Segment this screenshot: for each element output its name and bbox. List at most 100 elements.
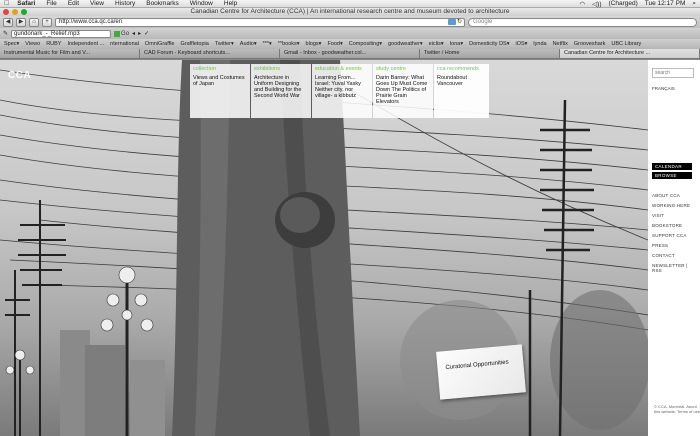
menu-heading: education & events <box>315 66 362 72</box>
extension-toolbar: ✎ gundonark_-_Relief.mp3 Go ◂ ▸ ✓ <box>0 28 700 39</box>
link-support[interactable]: SUPPORT CCA <box>652 233 696 238</box>
new-tab-button[interactable]: + <box>42 17 52 27</box>
menu-app[interactable]: Safari <box>17 0 35 7</box>
search-field[interactable]: Google <box>468 17 697 27</box>
menu-text: Views and Costumes of Japan <box>193 75 245 87</box>
menu-heading: cca recommends <box>437 66 479 72</box>
sidebar-links: ABOUT CCA WORKING HERE VISIT BOOKSTORE S… <box>652 193 696 273</box>
bookmark-item[interactable]: Netflix <box>553 41 568 47</box>
card-label: Curatorial Opportunities <box>445 359 509 372</box>
bookmark-item[interactable]: Graffletopia <box>180 41 208 47</box>
menu-exhibitions[interactable]: exhibitions Architecture in Uniform Desi… <box>251 64 311 118</box>
window-title: Canadian Centre for Architecture (CCA) |… <box>190 8 510 15</box>
bookmark-item[interactable]: ***▾ <box>263 41 272 47</box>
menubar-status: ◠ ◁)) (Charged) Tue 12:17 PM ⌕ <box>580 0 697 8</box>
menu-window[interactable]: Window <box>190 0 213 7</box>
browser-toolbar: ◀ ▶ ⌂ + http://www.cca.qc.ca/en ↻ Google <box>0 16 700 28</box>
zoom-window-button[interactable] <box>21 9 27 15</box>
reload-icon[interactable]: ↻ <box>457 19 462 26</box>
volume-icon[interactable]: ◁)) <box>592 0 601 8</box>
url-text: http://www.cca.qc.ca/en <box>59 18 123 25</box>
wifi-icon[interactable]: ◠ <box>580 0 586 8</box>
menu-history[interactable]: History <box>115 0 135 7</box>
menu-text: Darin Barney: What Goes Up Must Come Dow… <box>376 75 428 105</box>
bookmark-item[interactable]: Domesticity DS▾ <box>469 41 509 47</box>
bookmark-item[interactable]: Compositing▾ <box>349 41 382 47</box>
clock[interactable]: Tue 12:17 PM <box>645 0 686 7</box>
menu-text: Roundabout Vancouver <box>437 75 467 87</box>
site-search-input[interactable]: search <box>652 68 694 78</box>
bookmark-item[interactable]: goodweather▾ <box>388 41 423 47</box>
menu-bookmarks[interactable]: Bookmarks <box>146 0 179 7</box>
link-newsletter-rss[interactable]: NEWSLETTER | RSS <box>652 263 696 273</box>
bookmark-item[interactable]: Audio▾ <box>240 41 257 47</box>
curatorial-opportunities-card[interactable]: Curatorial Opportunities <box>436 344 526 400</box>
bookmark-item[interactable]: Iona▾ <box>450 41 463 47</box>
tab-bar: Instrumental Music for Film and V... CAD … <box>0 49 700 59</box>
browse-button[interactable]: BROWSE <box>652 172 692 179</box>
edit-icon[interactable]: ✎ <box>3 30 8 37</box>
go-button[interactable]: Go <box>114 30 130 37</box>
go-label: Go <box>121 30 130 37</box>
spotlight-icon[interactable]: ⌕ <box>692 0 696 8</box>
link-contact[interactable]: CONTACT <box>652 253 696 258</box>
language-link[interactable]: FRANÇAIS <box>652 86 696 91</box>
browser-tab[interactable]: Canadian Centre for Architecture ... <box>560 49 700 58</box>
link-visit[interactable]: VISIT <box>652 213 696 218</box>
link-bookstore[interactable]: BOOKSTORE <box>652 223 696 228</box>
go-icon <box>114 30 121 37</box>
calendar-button[interactable]: CALENDAR <box>652 163 692 170</box>
cca-logo[interactable]: CCA <box>8 70 31 81</box>
bookmark-item[interactable]: Viewo <box>25 41 40 47</box>
bookmark-item[interactable]: eiclis▾ <box>429 41 444 47</box>
bookmark-item[interactable]: nternational <box>110 41 139 47</box>
bookmark-item[interactable]: UBC Library <box>611 41 641 47</box>
prev-icon[interactable]: ◂ <box>132 30 135 37</box>
forward-button[interactable]: ▶ <box>16 17 26 27</box>
address-bar[interactable]: http://www.cca.qc.ca/en ↻ <box>55 17 465 27</box>
browser-tab[interactable]: Twitter / Home <box>420 49 560 58</box>
link-working-here[interactable]: WORKING HERE <box>652 203 696 208</box>
rss-icon[interactable] <box>447 19 456 25</box>
bookmark-item[interactable]: Twitter▾ <box>215 41 234 47</box>
menu-heading: study centre <box>376 66 406 72</box>
apple-icon[interactable]:  <box>4 0 9 7</box>
bookmark-icon[interactable]: ✓ <box>144 30 149 37</box>
bookmark-item[interactable]: Grooveshark <box>574 41 606 47</box>
browser-tab[interactable]: Instrumental Music for Film and V... <box>0 49 140 58</box>
menu-collection[interactable]: collection Views and Costumes of Japan <box>190 64 250 118</box>
bookmark-item[interactable]: RUBY <box>46 41 61 47</box>
media-search-input[interactable]: gundonark_-_Relief.mp3 <box>11 29 112 38</box>
battery-status[interactable]: (Charged) <box>609 0 638 7</box>
browser-tab[interactable]: CAD Forum - Keyboard shortcuts... <box>140 49 280 58</box>
site-sidebar: search FRANÇAIS CALENDAR BROWSE ABOUT CC… <box>648 60 700 436</box>
browser-tab[interactable]: Gmail - Inbox - goodweather.col... <box>280 49 420 58</box>
macos-menubar:  Safari File Edit View History Bookmark… <box>0 0 700 8</box>
window-titlebar: Canadian Centre for Architecture (CCA) |… <box>0 8 700 16</box>
bookmark-item[interactable]: blogs▾ <box>306 41 322 47</box>
bookmark-item[interactable]: Spec▾ <box>4 41 19 47</box>
bookmark-item[interactable]: lynda <box>533 41 546 47</box>
bookmarks-bar: Spec▾ Viewo RUBY Independent ... nternationa… <box>0 39 700 49</box>
back-button[interactable]: ◀ <box>3 17 13 27</box>
menu-edit[interactable]: Edit <box>68 0 79 7</box>
link-press[interactable]: PRESS <box>652 243 696 248</box>
menu-text: Learning From... Israel: Yuval Yasky Nei… <box>315 75 361 99</box>
menu-view[interactable]: View <box>90 0 104 7</box>
close-window-button[interactable] <box>3 9 9 15</box>
menu-cca-recommends[interactable]: cca recommends Roundabout Vancouver <box>434 64 489 118</box>
menu-study-centre[interactable]: study centre Darin Barney: What Goes Up … <box>373 64 433 118</box>
menu-education-events[interactable]: education & events Learning From... Isra… <box>312 64 372 118</box>
bookmark-item[interactable]: Independent ... <box>67 41 104 47</box>
bookmark-item[interactable]: OmniGraffle <box>145 41 175 47</box>
copyright-note: © CCA, Montréal. About this website. Ter… <box>654 404 700 414</box>
bookmark-item[interactable]: **books▾ <box>278 41 300 47</box>
link-about[interactable]: ABOUT CCA <box>652 193 696 198</box>
menu-help[interactable]: Help <box>224 0 237 7</box>
home-button[interactable]: ⌂ <box>29 17 39 27</box>
minimize-window-button[interactable] <box>12 9 18 15</box>
bookmark-item[interactable]: iOS▾ <box>515 41 527 47</box>
next-icon[interactable]: ▸ <box>138 30 141 37</box>
bookmark-item[interactable]: Food▾ <box>327 41 342 47</box>
menu-file[interactable]: File <box>46 0 56 7</box>
